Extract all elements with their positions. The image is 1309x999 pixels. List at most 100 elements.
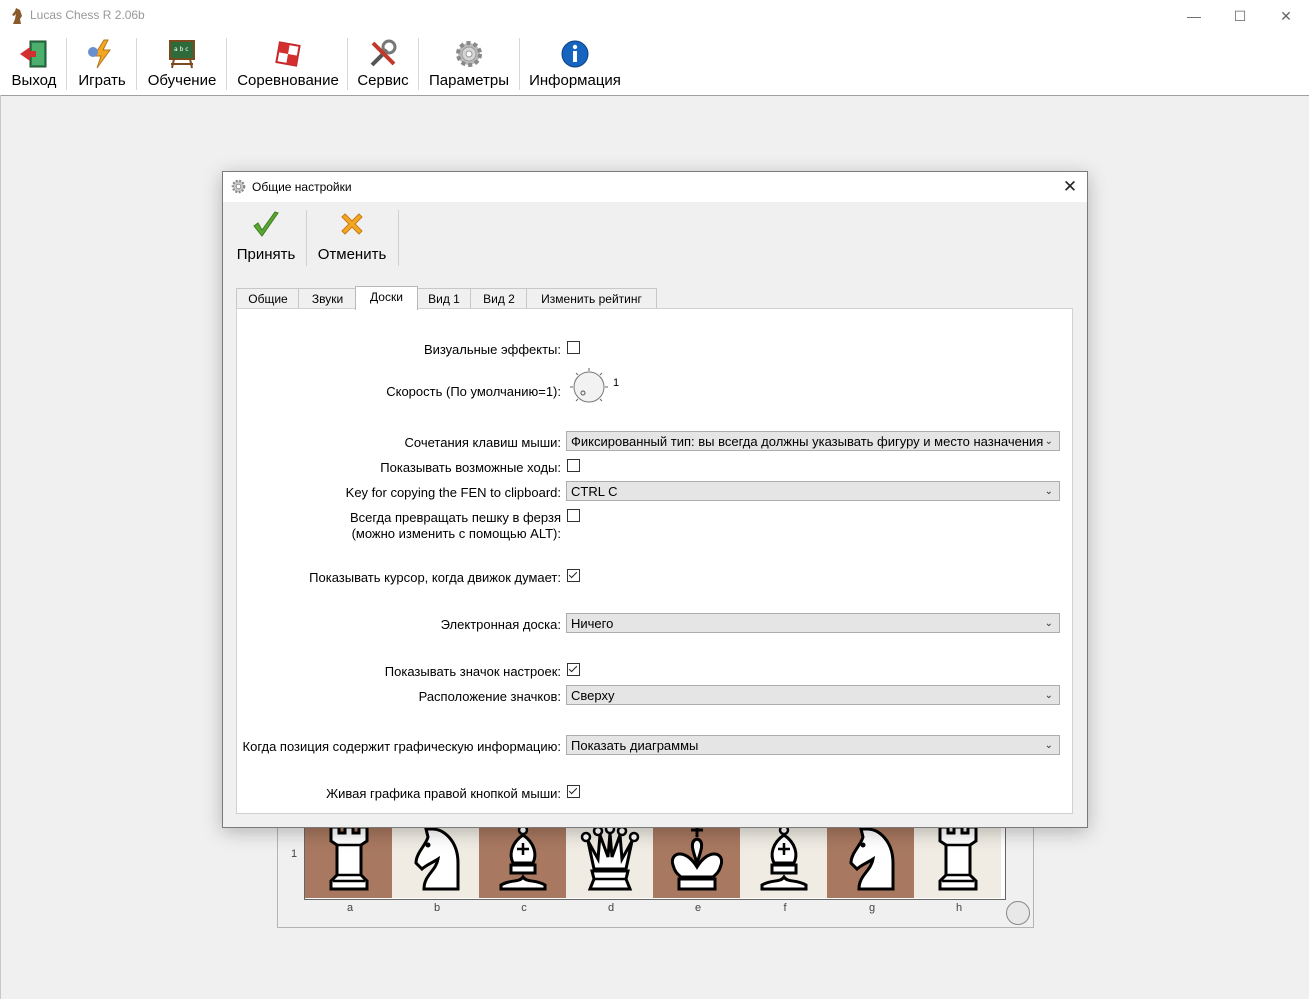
white-king-icon xyxy=(670,825,724,891)
chevron-down-icon: ⌄ xyxy=(1044,740,1053,751)
speed-dial[interactable] xyxy=(569,367,609,407)
main-titlebar: Lucas Chess R 2.06b — ☐ ✕ xyxy=(0,0,1309,32)
white-rook-icon xyxy=(938,825,978,891)
maximize-button[interactable]: ☐ xyxy=(1217,0,1263,32)
tab-sounds[interactable]: Звуки xyxy=(298,288,357,309)
toolbar-separator xyxy=(519,38,520,90)
close-window-button[interactable]: ✕ xyxy=(1263,0,1309,32)
icons-position-label: Расположение значков: xyxy=(418,689,561,704)
toolbar-exit-button[interactable]: Выход xyxy=(8,34,60,94)
minimize-button[interactable]: — xyxy=(1171,0,1217,32)
cancel-button[interactable]: Отменить xyxy=(315,210,389,263)
gear-icon xyxy=(456,41,482,67)
square-f1[interactable] xyxy=(740,820,827,898)
toolbar-competition-button[interactable]: Соревнование xyxy=(236,34,340,94)
exit-door-icon xyxy=(20,40,47,68)
checkmark-icon xyxy=(253,211,279,237)
rank-label: 1 xyxy=(291,848,298,860)
file-label: f xyxy=(783,902,787,914)
show-moves-checkbox[interactable] xyxy=(567,459,580,472)
white-rook-icon xyxy=(329,825,369,891)
toolbar-play-button[interactable]: Играть xyxy=(74,34,130,94)
white-bishop-icon xyxy=(499,824,547,891)
tab-general[interactable]: Общие xyxy=(236,288,300,309)
square-a1[interactable] xyxy=(305,820,392,898)
promote-queen-label: Всегда превращать пешку в ферзя xyxy=(349,510,561,525)
dialog-close-button[interactable]: ✕ xyxy=(1059,176,1081,198)
fen-key-select[interactable]: CTRL C ⌄ xyxy=(566,481,1060,501)
live-graphics-checkbox[interactable] xyxy=(567,785,580,798)
chevron-down-icon: ⌄ xyxy=(1044,486,1053,497)
show-cursor-checkbox[interactable] xyxy=(567,569,580,582)
cancel-x-icon xyxy=(341,213,363,235)
tab-change-rating[interactable]: Изменить рейтинг xyxy=(526,288,657,309)
chevron-down-icon: ⌄ xyxy=(1044,618,1053,629)
file-label: d xyxy=(607,902,615,914)
file-label: b xyxy=(433,902,441,914)
gear-icon xyxy=(231,179,246,194)
toolbar-separator xyxy=(226,38,227,90)
mouse-shortcuts-select[interactable]: Фиксированный тип: вы всегда должны указ… xyxy=(566,431,1060,451)
square-c1[interactable] xyxy=(479,820,566,898)
window-border xyxy=(0,95,1,999)
dialog-titlebar: Общие настройки ✕ xyxy=(223,172,1087,202)
file-label: e xyxy=(694,902,702,914)
chevron-down-icon: ⌄ xyxy=(1044,436,1053,447)
graphic-info-label: Когда позиция содержит графическую инфор… xyxy=(242,739,561,754)
toolbar-options-button[interactable]: Параметры xyxy=(426,34,512,94)
toolbar-separator xyxy=(136,38,137,90)
square-d1[interactable] xyxy=(566,820,653,898)
promote-queen-sublabel: (можно изменить с помощью ALT): xyxy=(351,526,561,541)
toolbar-separator xyxy=(347,38,348,90)
graphic-info-select[interactable]: Показать диаграммы ⌄ xyxy=(566,735,1060,755)
svg-text:a b c: a b c xyxy=(174,46,189,53)
settings-dialog: Общие настройки ✕ Принять Отменить Общие… xyxy=(222,171,1088,828)
show-cursor-label: Показывать курсор, когда движок думает: xyxy=(309,570,561,585)
accept-button[interactable]: Принять xyxy=(235,210,297,263)
white-knight-icon xyxy=(849,827,895,891)
toolbar-service-button[interactable]: Сервис xyxy=(355,34,411,94)
white-knight-icon xyxy=(414,827,460,891)
chessboard[interactable] xyxy=(304,818,1006,900)
square-e1[interactable] xyxy=(653,820,740,898)
mouse-shortcuts-label: Сочетания клавиш мыши: xyxy=(404,435,561,450)
toolbar-training-button[interactable]: a b c Обучение xyxy=(144,34,220,94)
blackboard-icon: a b c xyxy=(169,40,195,69)
toolbar-separator xyxy=(398,210,399,266)
show-settings-icon-checkbox[interactable] xyxy=(567,663,580,676)
tab-view2[interactable]: Вид 2 xyxy=(470,288,528,309)
file-label: a xyxy=(346,902,354,914)
info-icon xyxy=(561,40,589,68)
competition-board-icon xyxy=(275,41,301,67)
file-label: h xyxy=(955,902,963,914)
live-graphics-label: Живая графика правой кнопкой мыши: xyxy=(326,786,561,801)
toolbar-separator xyxy=(66,38,67,90)
speed-label: Скорость (По умолчанию=1): xyxy=(386,384,561,399)
eboard-select[interactable]: Ничего ⌄ xyxy=(566,613,1060,633)
chess-knight-app-icon xyxy=(12,8,22,24)
white-bishop-icon xyxy=(760,824,808,891)
visual-effects-label: Визуальные эффекты: xyxy=(423,342,561,357)
file-label: c xyxy=(521,902,527,914)
tools-icon xyxy=(370,39,397,67)
board-resize-handle[interactable] xyxy=(1006,901,1030,925)
square-h1[interactable] xyxy=(914,820,1001,898)
promote-queen-checkbox[interactable] xyxy=(567,509,580,522)
eboard-label: Электронная доска: xyxy=(440,617,561,632)
speed-value: 1 xyxy=(613,377,620,389)
square-b1[interactable] xyxy=(392,820,479,898)
show-moves-label: Показывать возможные ходы: xyxy=(380,460,561,475)
toolbar-info-button[interactable]: Информация xyxy=(527,34,623,94)
square-g1[interactable] xyxy=(827,820,914,898)
fen-key-label: Key for copying the FEN to clipboard: xyxy=(345,485,561,500)
play-lightning-icon xyxy=(88,39,111,69)
white-queen-icon xyxy=(580,823,640,891)
file-label: g xyxy=(868,902,876,914)
main-toolbar: Выход Играть a b c Обучение Соревнование xyxy=(0,32,1309,96)
tab-view1[interactable]: Вид 1 xyxy=(416,288,472,309)
visual-effects-checkbox[interactable] xyxy=(567,341,580,354)
toolbar-separator xyxy=(418,38,419,90)
tab-boards[interactable]: Доски xyxy=(355,286,418,310)
icons-position-select[interactable]: Сверху ⌄ xyxy=(566,685,1060,705)
dialog-title: Общие настройки xyxy=(252,180,352,194)
